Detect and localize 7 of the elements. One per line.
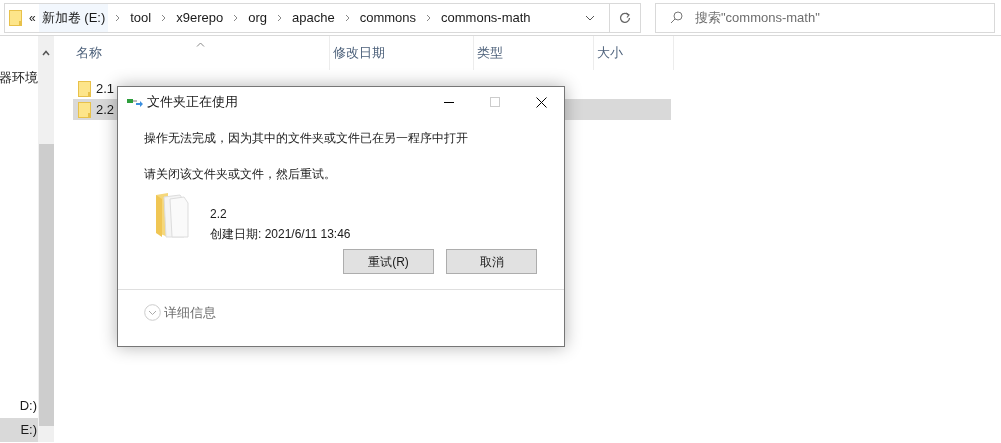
item-created-date: 创建日期: 2021/6/11 13:46 — [210, 226, 351, 243]
item-name: 2.2 — [210, 206, 228, 223]
dialog-hint: 请关闭该文件夹或文件，然后重试。 — [144, 166, 337, 183]
dialog-message: 操作无法完成，因为其中的文件夹或文件已在另一程序中打开 — [144, 130, 469, 147]
dialog-title: 文件夹正在使用 — [147, 93, 238, 112]
file-name: 2.1 — [96, 79, 115, 98]
file-name: 2.2 — [96, 100, 115, 119]
